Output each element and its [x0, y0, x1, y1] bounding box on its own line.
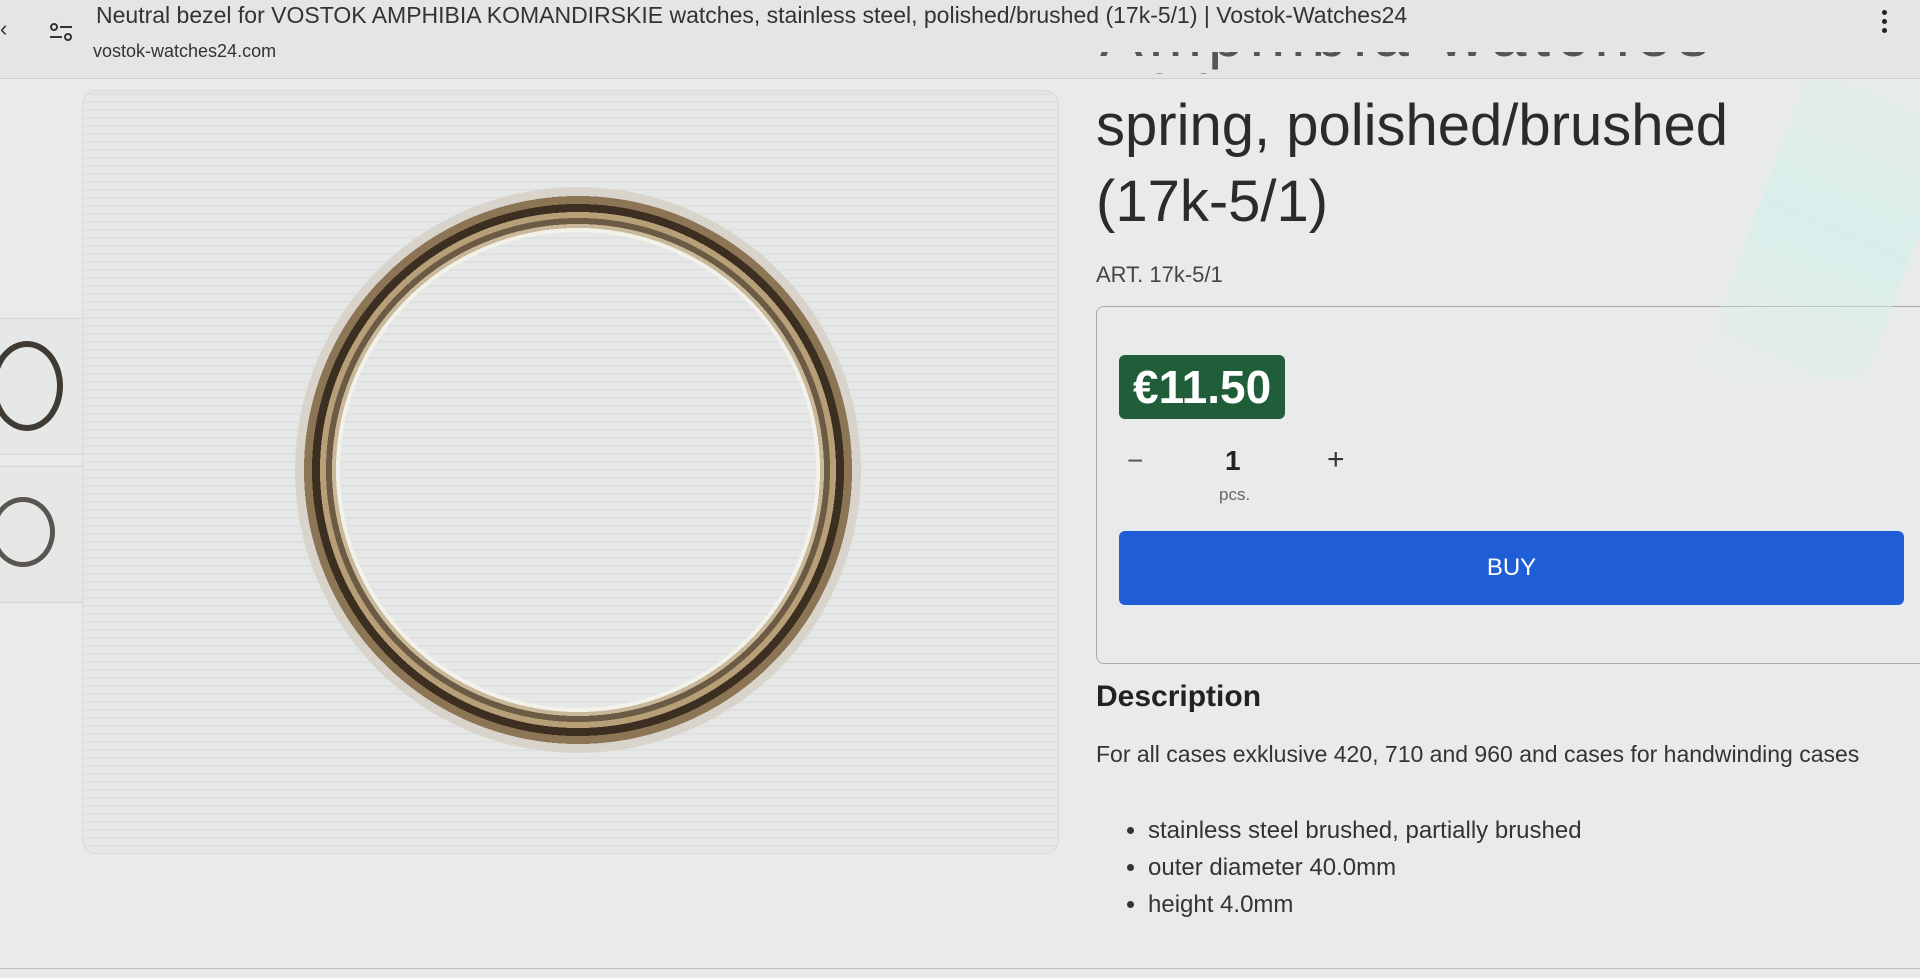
price-badge: €11.50: [1119, 355, 1286, 419]
quantity-decrease-button[interactable]: −: [1127, 445, 1143, 477]
description-text: For all cases exklusive 420, 710 and 960…: [1096, 741, 1860, 767]
buy-button[interactable]: BUY: [1119, 531, 1904, 605]
quantity-increase-button[interactable]: +: [1327, 443, 1345, 477]
divider: [0, 968, 1920, 969]
tune-icon[interactable]: [48, 22, 74, 44]
article-number: ART. 17k-5/1: [1096, 262, 1223, 287]
product-title-line-2: (17k-5/1): [1096, 169, 1329, 234]
quantity-value[interactable]: 1: [1225, 445, 1241, 477]
product-title-line-1: spring, polished/brushed: [1096, 93, 1728, 158]
quantity-unit: pcs.: [1219, 485, 1251, 504]
list-item: outer diameter 40.0mm: [1148, 849, 1582, 886]
bezel-thumbnail-image: [0, 341, 63, 431]
list-item: height 4.0mm: [1148, 886, 1582, 923]
back-icon[interactable]: ‹: [0, 16, 7, 42]
more-vert-icon[interactable]: [1882, 10, 1890, 40]
list-item: stainless steel brushed, partially brush…: [1148, 812, 1582, 849]
description-list: stainless steel brushed, partially brush…: [1120, 812, 1582, 923]
description-heading: Description: [1096, 680, 1262, 713]
page-title: Neutral bezel for VOSTOK AMPHIBIA KOMAND…: [96, 2, 1408, 28]
title-cut-off-line: Amphibia watches with: [1100, 52, 1750, 74]
url-domain[interactable]: vostok-watches24.com: [93, 41, 276, 62]
bezel-image: [295, 187, 861, 753]
product-main-image[interactable]: [82, 90, 1059, 854]
bezel-thumbnail-image: [0, 497, 55, 567]
